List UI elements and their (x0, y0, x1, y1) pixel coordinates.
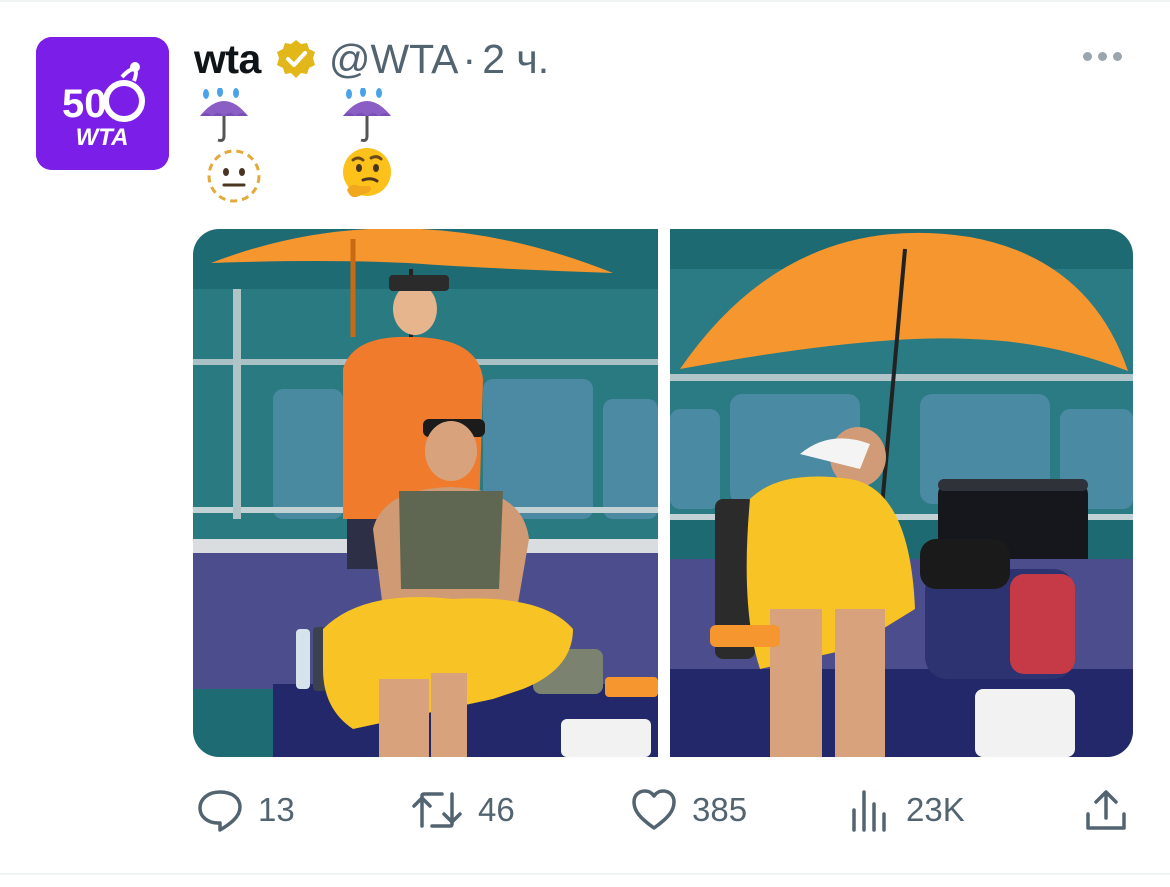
heart-icon (632, 789, 676, 830)
reply-icon (198, 790, 242, 832)
like-count: 385 (692, 791, 748, 828)
tweet-media[interactable] (193, 229, 1133, 757)
author-name[interactable]: wta (194, 36, 261, 83)
share-button[interactable] (1084, 780, 1128, 840)
reply-count: 13 (258, 791, 295, 828)
thinking-face-icon (343, 148, 391, 198)
avatar-badge: 50 (62, 82, 107, 126)
neutral-face-dotted-icon (207, 149, 261, 203)
avatar-text: WTA (76, 124, 129, 151)
avatar[interactable]: 50 WTA (36, 37, 169, 170)
views-count: 23K (906, 791, 965, 828)
views-chart-icon (852, 790, 886, 832)
share-icon (1086, 790, 1126, 830)
separator-dot: · (462, 35, 477, 82)
retweet-count: 46 (478, 791, 515, 828)
umbrella-with-rain-icon (200, 88, 248, 142)
umbrella-with-rain-icon (343, 88, 391, 142)
more-options-icon[interactable] (1083, 44, 1131, 68)
bottom-divider (0, 873, 1170, 875)
tweet-header: wta @WTA · 2 ч. (194, 34, 549, 84)
verified-badge-icon[interactable] (275, 38, 317, 80)
like-button[interactable]: 385 (630, 780, 747, 840)
action-bar: 13 46 385 23K (0, 780, 1170, 840)
views-button[interactable]: 23K (850, 780, 965, 840)
photo-right[interactable] (670, 229, 1133, 757)
author-handle[interactable]: @WTA (329, 36, 459, 83)
retweet-icon (412, 792, 462, 828)
wta-logo-icon: 50 WTA (36, 37, 169, 170)
top-divider (0, 0, 1170, 2)
tweet-time[interactable]: 2 ч. (482, 36, 549, 83)
retweet-button[interactable]: 46 (410, 780, 515, 840)
photo-left[interactable] (193, 229, 658, 757)
reply-button[interactable]: 13 (196, 780, 295, 840)
